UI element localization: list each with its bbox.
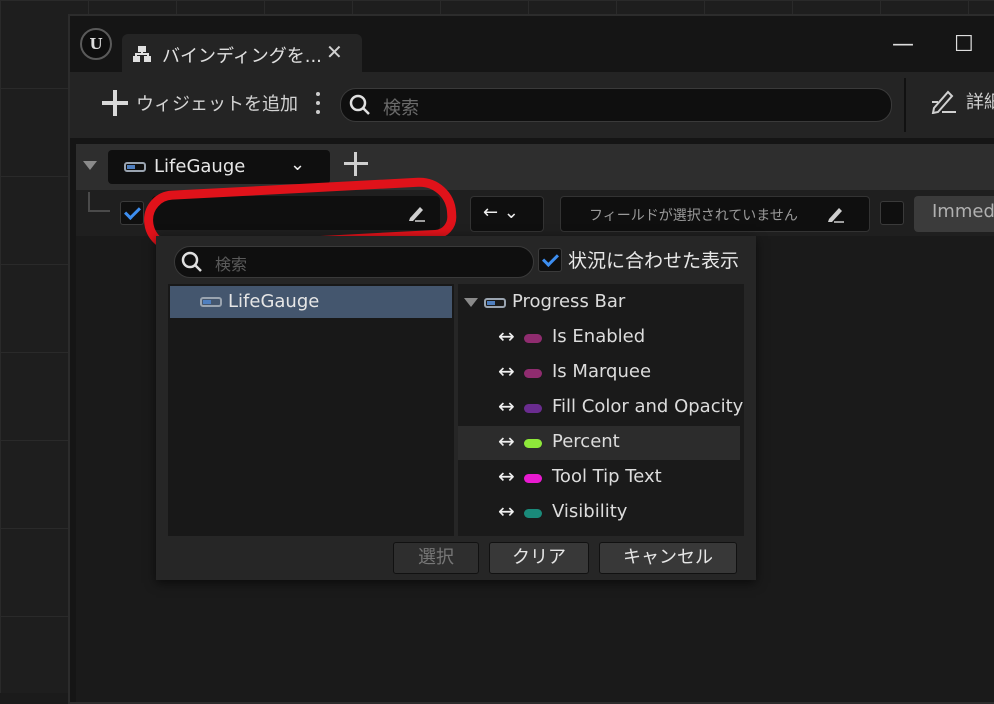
tab-title: バインディングを... [162, 46, 322, 67]
popup-search-placeholder: 検索 [215, 255, 248, 274]
property-binding-row: ← ⌄ フィールドが選択されていません Immediate [76, 175, 994, 255]
search-input[interactable]: 検索 [340, 88, 892, 122]
widget-tree-list: LifeGauge [168, 284, 454, 536]
property-item[interactable]: ↔ Is Enabled [458, 321, 740, 355]
context-sensitive-checkbox[interactable] [538, 248, 562, 272]
property-tree-list: Progress Bar ↔ Is Enabled ↔ Is Marquee ↔ Fill… [458, 284, 744, 536]
property-item-label: Fill Color and Opacity [552, 396, 744, 417]
pin-type-icon [524, 334, 542, 343]
bidirectional-arrow-icon: ↔ [498, 429, 515, 453]
chevron-down-icon: ⌄ [290, 154, 306, 175]
pin-type-icon [524, 509, 542, 518]
pencil-icon[interactable] [827, 205, 845, 223]
secondary-checkbox[interactable] [880, 201, 904, 225]
property-root-label: Progress Bar [512, 291, 626, 312]
title-bar: U バインディングを... ✕ — ☐ [70, 16, 994, 72]
maximize-button[interactable]: ☐ [954, 32, 974, 57]
widget-tree-item-label: LifeGauge [228, 291, 320, 312]
close-icon[interactable]: ✕ [326, 40, 343, 64]
property-item-label: Tool Tip Text [552, 466, 662, 487]
bidirectional-arrow-icon: ↔ [498, 499, 515, 523]
bidirectional-arrow-icon: ↔ [498, 324, 515, 348]
field-placeholder: フィールドが選択されていません [589, 208, 798, 224]
pin-type-icon [524, 369, 542, 378]
clear-button[interactable]: クリア [489, 542, 589, 574]
collapse-arrow-icon[interactable] [83, 161, 97, 170]
tab-binding[interactable]: バインディングを... ✕ [122, 34, 362, 72]
property-item[interactable]: ↔ Fill Color and Opacity [458, 391, 744, 425]
property-item[interactable]: ↔ Tool Tip Text [458, 461, 740, 495]
select-button[interactable]: 選択 [393, 542, 479, 574]
details-button[interactable]: 詳細 [930, 88, 994, 114]
bidirectional-arrow-icon: ↔ [498, 359, 515, 383]
kebab-icon[interactable] [315, 92, 321, 116]
bidirectional-arrow-icon: ↔ [498, 394, 515, 418]
context-sensitive-label: 状況に合わせた表示 [568, 250, 740, 272]
pin-type-icon [524, 474, 542, 483]
property-tree-root[interactable]: Progress Bar [458, 286, 744, 318]
enable-binding-checkbox[interactable] [120, 201, 144, 225]
pencil-icon[interactable] [408, 204, 426, 222]
minimize-button[interactable]: — [892, 32, 914, 57]
add-widget-button[interactable]: ウィジェットを追加 [102, 88, 298, 118]
widget-tree-icon [133, 46, 151, 62]
toolbar: ウィジェットを追加 検索 詳細 [70, 72, 994, 138]
property-item-label: Visibility [552, 501, 628, 522]
progress-bar-icon [200, 297, 222, 307]
search-placeholder: 検索 [383, 98, 419, 119]
widget-row: LifeGauge ⌄ [76, 144, 994, 190]
property-path-field[interactable] [142, 175, 458, 255]
add-widget-label: ウィジェットを追加 [136, 94, 298, 115]
property-item[interactable]: ↔ Percent [458, 426, 740, 460]
cancel-button[interactable]: キャンセル [599, 542, 737, 574]
property-item-label: Percent [552, 431, 620, 452]
immediate-button[interactable]: Immediate [914, 196, 994, 232]
expand-arrow-icon [464, 298, 478, 307]
bidirectional-arrow-icon: ↔ [498, 464, 515, 488]
add-binding-icon[interactable] [344, 152, 368, 176]
tree-connector [88, 192, 110, 212]
popup-search-input[interactable]: 検索 [174, 246, 534, 278]
search-icon [181, 251, 202, 272]
toolbar-divider [904, 78, 906, 132]
property-item[interactable]: ↔ Visibility [458, 496, 740, 530]
progress-bar-icon [484, 298, 506, 308]
property-picker-popup: 検索 状況に合わせた表示 LifeGauge Progress Bar ↔ Is … [156, 236, 756, 580]
pencil-icon [931, 90, 956, 114]
progress-bar-icon [124, 162, 146, 172]
field-selector[interactable]: フィールドが選択されていません [560, 196, 870, 232]
details-label: 詳細 [966, 92, 994, 113]
widget-tree-item-lifegauge[interactable]: LifeGauge [170, 286, 452, 318]
search-icon [349, 94, 370, 115]
property-item-label: Is Marquee [552, 361, 652, 382]
plus-icon [102, 90, 128, 116]
pin-type-icon [524, 404, 542, 413]
property-item-label: Is Enabled [552, 326, 646, 347]
widget-name: LifeGauge [154, 156, 246, 177]
unreal-logo-icon: U [80, 28, 112, 60]
direction-label: ← ⌄ [483, 202, 519, 223]
widget-selector[interactable]: LifeGauge ⌄ [108, 150, 330, 184]
property-item[interactable]: ↔ Is Marquee [458, 356, 740, 390]
pin-type-icon [524, 439, 542, 448]
binding-direction-selector[interactable]: ← ⌄ [470, 196, 544, 232]
